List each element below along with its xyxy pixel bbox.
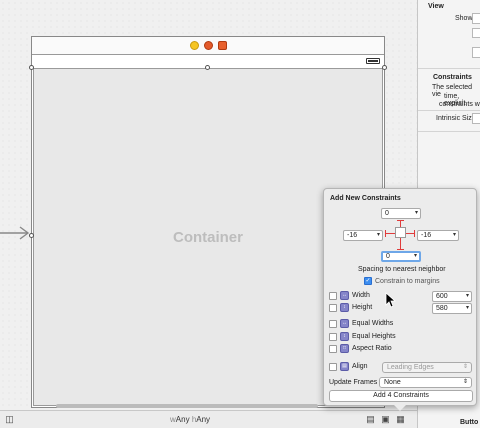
size-class-selector[interactable]: wAny hAny (170, 415, 210, 424)
width-checkbox[interactable] (329, 292, 337, 300)
leading-strut[interactable] (385, 233, 395, 234)
trailing-strut-cap (414, 230, 415, 237)
horizontal-scrollbar[interactable] (56, 404, 318, 408)
constraint-target-box (395, 227, 406, 238)
constraints-section-title: Constraints (433, 74, 472, 81)
equal-widths-checkbox[interactable] (329, 320, 337, 328)
equal-widths-label: Equal Widths (352, 320, 394, 327)
add-constraints-popover: Add New Constraints 0 ▾ -16 ▾ -16 ▾ 0 ▾ Spac… (323, 188, 477, 406)
resize-handle-top-right[interactable] (382, 65, 387, 70)
width-label: Width (352, 292, 370, 299)
height-constraint-icon: ↕ (340, 303, 349, 312)
container-label: Container (172, 228, 243, 246)
update-frames-popup[interactable]: None ⇕ (379, 377, 472, 388)
pin-icon[interactable]: ▣ (380, 414, 391, 425)
cursor-icon (385, 292, 397, 308)
align-icon: ▤ (340, 362, 349, 371)
update-frames-label: Update Frames (329, 379, 378, 386)
first-responder-icon[interactable] (203, 41, 213, 50)
aspect-ratio-checkbox[interactable] (329, 345, 337, 353)
popover-arrow (394, 405, 406, 411)
add-constraints-button[interactable]: Add 4 Constraints (329, 390, 473, 402)
leading-strut-cap (385, 230, 386, 237)
document-outline-icon[interactable]: ◫ (4, 414, 15, 425)
equal-widths-icon: ↔ (340, 319, 349, 328)
view-controller-icon[interactable] (189, 41, 199, 50)
divider (418, 68, 480, 69)
inspector-field[interactable] (472, 28, 480, 38)
trailing-spacing-field[interactable]: -16 ▾ (417, 230, 459, 241)
divider (418, 131, 480, 132)
width-constraint-icon: ↔ (340, 291, 349, 300)
show-label: Show (455, 15, 473, 22)
width-field[interactable]: 600 ▾ (432, 291, 472, 302)
spacing-label: Spacing to nearest neighbor (358, 266, 446, 273)
exit-icon[interactable] (217, 41, 227, 50)
constrain-margins-label: Constrain to margins (375, 278, 440, 285)
aspect-ratio-icon: □ (340, 344, 349, 353)
resize-handle-top[interactable] (205, 65, 210, 70)
aspect-ratio-label: Aspect Ratio (352, 345, 392, 352)
entry-point-arrow-icon[interactable] (0, 226, 30, 240)
scene-dock (32, 37, 384, 55)
battery-icon (366, 58, 380, 64)
align-label: Align (352, 363, 368, 370)
show-popup[interactable] (472, 13, 480, 24)
align-popup[interactable]: Leading Edges ⇕ (382, 362, 472, 373)
align-checkbox[interactable] (329, 363, 337, 371)
constraints-text: constraints w (439, 101, 480, 108)
canvas-bottom-bar: ◫ wAny hAny ▤ ▣ ▦ (0, 410, 417, 428)
equal-heights-label: Equal Heights (352, 333, 396, 340)
top-strut-cap (397, 220, 404, 221)
equal-heights-icon: ↕ (340, 332, 349, 341)
resize-handle-left[interactable] (29, 233, 34, 238)
resize-handle-top-left[interactable] (29, 65, 34, 70)
height-label: Height (352, 304, 373, 311)
intrinsic-size-label: Intrinsic Size (436, 115, 476, 122)
align-icon[interactable]: ▤ (365, 414, 376, 425)
view-section-title: View (428, 3, 444, 10)
intrinsic-size-popup[interactable] (472, 113, 480, 124)
divider (418, 110, 480, 111)
bottom-strut-cap (397, 249, 404, 250)
height-checkbox[interactable] (329, 304, 337, 312)
inspector-field[interactable] (472, 47, 480, 58)
resolve-issues-icon[interactable]: ▦ (395, 414, 406, 425)
popover-title: Add New Constraints (330, 195, 401, 202)
object-library-item-label: Butto (460, 419, 479, 426)
leading-spacing-field[interactable]: -16 ▾ (343, 230, 383, 241)
top-spacing-field[interactable]: 0 ▾ (381, 208, 421, 219)
equal-heights-checkbox[interactable] (329, 333, 337, 341)
height-field[interactable]: 580 ▾ (432, 303, 472, 314)
constrain-margins-checkbox[interactable]: ✓ (364, 277, 372, 285)
bottom-spacing-field[interactable]: 0 ▾ (381, 251, 421, 262)
